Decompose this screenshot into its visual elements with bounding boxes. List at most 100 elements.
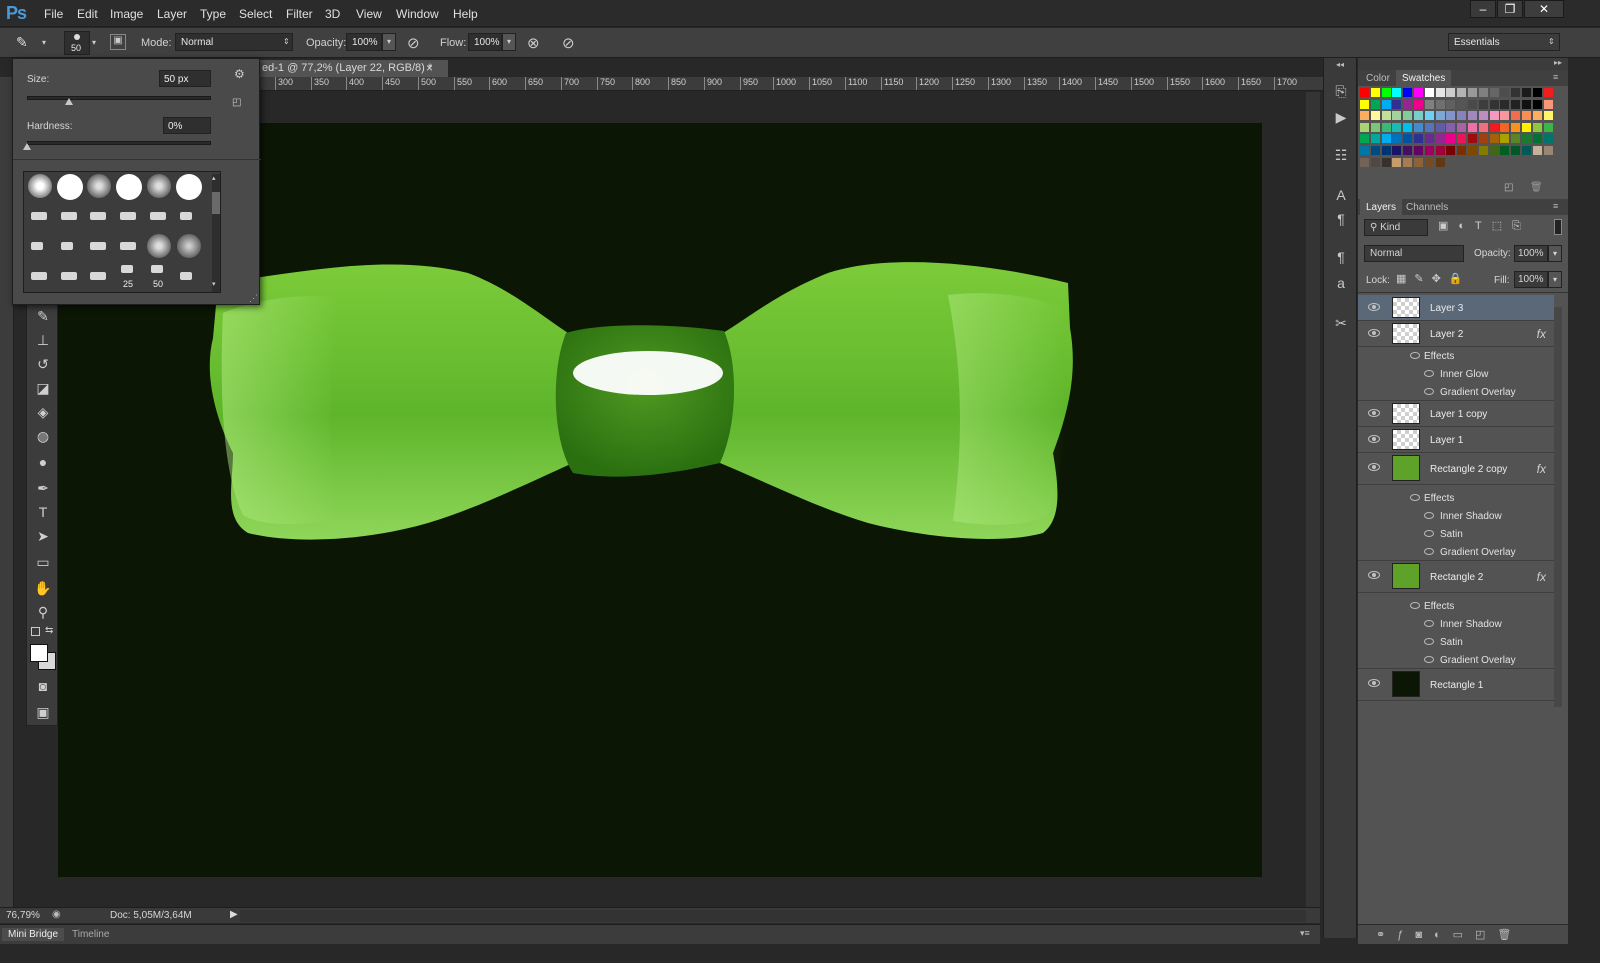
color-swatch[interactable]: [1468, 111, 1477, 121]
layer-row-layer-1-copy[interactable]: Layer 1 copy: [1358, 401, 1554, 427]
color-swatch[interactable]: [1457, 111, 1467, 121]
brush-preset-icon[interactable]: [90, 242, 106, 250]
color-swatch[interactable]: [1414, 134, 1423, 144]
color-swatch[interactable]: [1522, 111, 1531, 121]
color-swatch[interactable]: [1511, 111, 1521, 121]
brush-preset-icon[interactable]: [61, 242, 73, 250]
panel-menu-icon[interactable]: ▾≡: [1300, 928, 1310, 939]
color-swatch[interactable]: [1360, 122, 1369, 132]
color-swatch[interactable]: [1478, 146, 1488, 155]
tab-swatches[interactable]: Swatches: [1396, 70, 1452, 87]
menu-view[interactable]: View: [356, 7, 382, 21]
color-swatch[interactable]: [1457, 134, 1467, 144]
color-swatch[interactable]: [1478, 111, 1488, 121]
eye-icon[interactable]: [1410, 352, 1420, 359]
hardness-input[interactable]: 0%: [163, 117, 211, 134]
color-swatch[interactable]: [1543, 111, 1553, 121]
effect-row-inner-shadow[interactable]: Inner Shadow: [1358, 507, 1554, 525]
color-swatch[interactable]: [1511, 146, 1521, 155]
menu-help[interactable]: Help: [453, 7, 478, 21]
default-colors-icon[interactable]: [31, 627, 40, 636]
eye-icon[interactable]: [1424, 512, 1434, 519]
eye-icon[interactable]: [1424, 656, 1434, 663]
color-swatch[interactable]: [1478, 99, 1488, 109]
document-close-icon[interactable]: ×: [426, 61, 433, 75]
layers-scrollbar[interactable]: [1554, 307, 1562, 707]
scroll-down-icon[interactable]: ▾: [212, 280, 216, 288]
color-swatch[interactable]: [1435, 146, 1445, 155]
eye-icon[interactable]: [1368, 679, 1380, 687]
brush-panel-toggle-icon[interactable]: ▣: [110, 34, 126, 50]
size-input[interactable]: 50 px: [159, 70, 211, 87]
color-swatch[interactable]: [1522, 88, 1531, 97]
swap-colors-icon[interactable]: ⇆: [45, 625, 53, 636]
color-swatch[interactable]: [1381, 88, 1391, 97]
color-swatch[interactable]: [1489, 111, 1499, 121]
effects-group[interactable]: Effects: [1358, 347, 1554, 365]
layer-row-rectangle-2[interactable]: Rectangle 2 fx: [1358, 561, 1554, 593]
color-swatch[interactable]: [1370, 157, 1380, 167]
color-swatch[interactable]: [1370, 88, 1380, 97]
tab-layers[interactable]: Layers: [1360, 199, 1403, 216]
color-swatch[interactable]: [1522, 99, 1531, 109]
eye-icon[interactable]: [1368, 409, 1380, 417]
color-swatch[interactable]: [1360, 99, 1369, 109]
menu-layer[interactable]: Layer: [157, 7, 187, 21]
layer-opacity-dropdown-icon[interactable]: ▾: [1548, 245, 1562, 262]
color-swatch[interactable]: [1360, 157, 1369, 167]
color-swatch[interactable]: [1511, 99, 1521, 109]
color-swatch[interactable]: [1435, 157, 1445, 167]
eye-icon[interactable]: [1368, 303, 1380, 311]
pressure-opacity-icon[interactable]: ⊘: [407, 34, 420, 52]
effect-row-gradient-overlay[interactable]: Gradient Overlay: [1358, 651, 1554, 669]
blend-mode-select[interactable]: Normal: [1364, 245, 1464, 262]
flow-dropdown-icon[interactable]: ▾: [502, 33, 516, 51]
layer-row-rectangle-1[interactable]: Rectangle 1: [1358, 669, 1554, 701]
size-slider-track[interactable]: [27, 96, 211, 100]
hard-round-brush[interactable]: [176, 174, 202, 200]
effect-row-inner-glow[interactable]: Inner Glow: [1358, 365, 1554, 383]
menu-select[interactable]: Select: [239, 7, 272, 21]
tab-timeline[interactable]: Timeline: [66, 928, 115, 941]
menu-file[interactable]: File: [44, 7, 63, 21]
color-swatch[interactable]: [1500, 99, 1510, 109]
tool-presets-icon[interactable]: ✂: [1330, 312, 1352, 334]
color-swatch[interactable]: [1457, 99, 1467, 109]
color-swatch[interactable]: [1489, 122, 1499, 132]
color-swatch[interactable]: [1424, 88, 1434, 97]
minimize-button[interactable]: –: [1470, 0, 1496, 18]
hand-tool-icon[interactable]: ✋: [31, 577, 55, 599]
color-swatch[interactable]: [1532, 134, 1542, 144]
color-swatch[interactable]: [1543, 88, 1553, 97]
color-swatch[interactable]: [1468, 122, 1477, 132]
color-swatch[interactable]: [1522, 146, 1531, 155]
color-swatch[interactable]: [1543, 99, 1553, 109]
soft-round-brush[interactable]: [147, 234, 171, 258]
color-swatch[interactable]: [1478, 122, 1488, 132]
eye-icon[interactable]: [1424, 370, 1434, 377]
color-swatch[interactable]: [1446, 122, 1456, 132]
color-swatch[interactable]: [1403, 122, 1413, 132]
color-swatch[interactable]: [1446, 88, 1456, 97]
color-swatch[interactable]: [1392, 122, 1402, 132]
color-swatch[interactable]: [1381, 122, 1391, 132]
scroll-thumb[interactable]: [212, 192, 220, 214]
brush-preset-icon[interactable]: [90, 212, 106, 220]
color-swatch[interactable]: [1435, 134, 1445, 144]
hardness-slider-thumb[interactable]: [23, 143, 31, 150]
color-swatch[interactable]: [1360, 146, 1369, 155]
clone-stamp-icon[interactable]: ⊥: [31, 329, 55, 351]
menu-window[interactable]: Window: [396, 7, 439, 21]
eye-icon[interactable]: [1368, 571, 1380, 579]
hard-round-brush[interactable]: [57, 174, 83, 200]
effects-group[interactable]: Effects: [1358, 597, 1554, 615]
color-swatch[interactable]: [1360, 88, 1369, 97]
color-swatch[interactable]: [1392, 157, 1402, 167]
color-swatch[interactable]: [1414, 88, 1423, 97]
color-swatch[interactable]: [1403, 146, 1413, 155]
brush-preset-icon[interactable]: [180, 212, 192, 220]
eye-icon[interactable]: [1424, 388, 1434, 395]
color-swatch[interactable]: [1489, 146, 1499, 155]
eye-icon[interactable]: [1424, 530, 1434, 537]
status-info-icon[interactable]: ◉: [52, 909, 61, 920]
